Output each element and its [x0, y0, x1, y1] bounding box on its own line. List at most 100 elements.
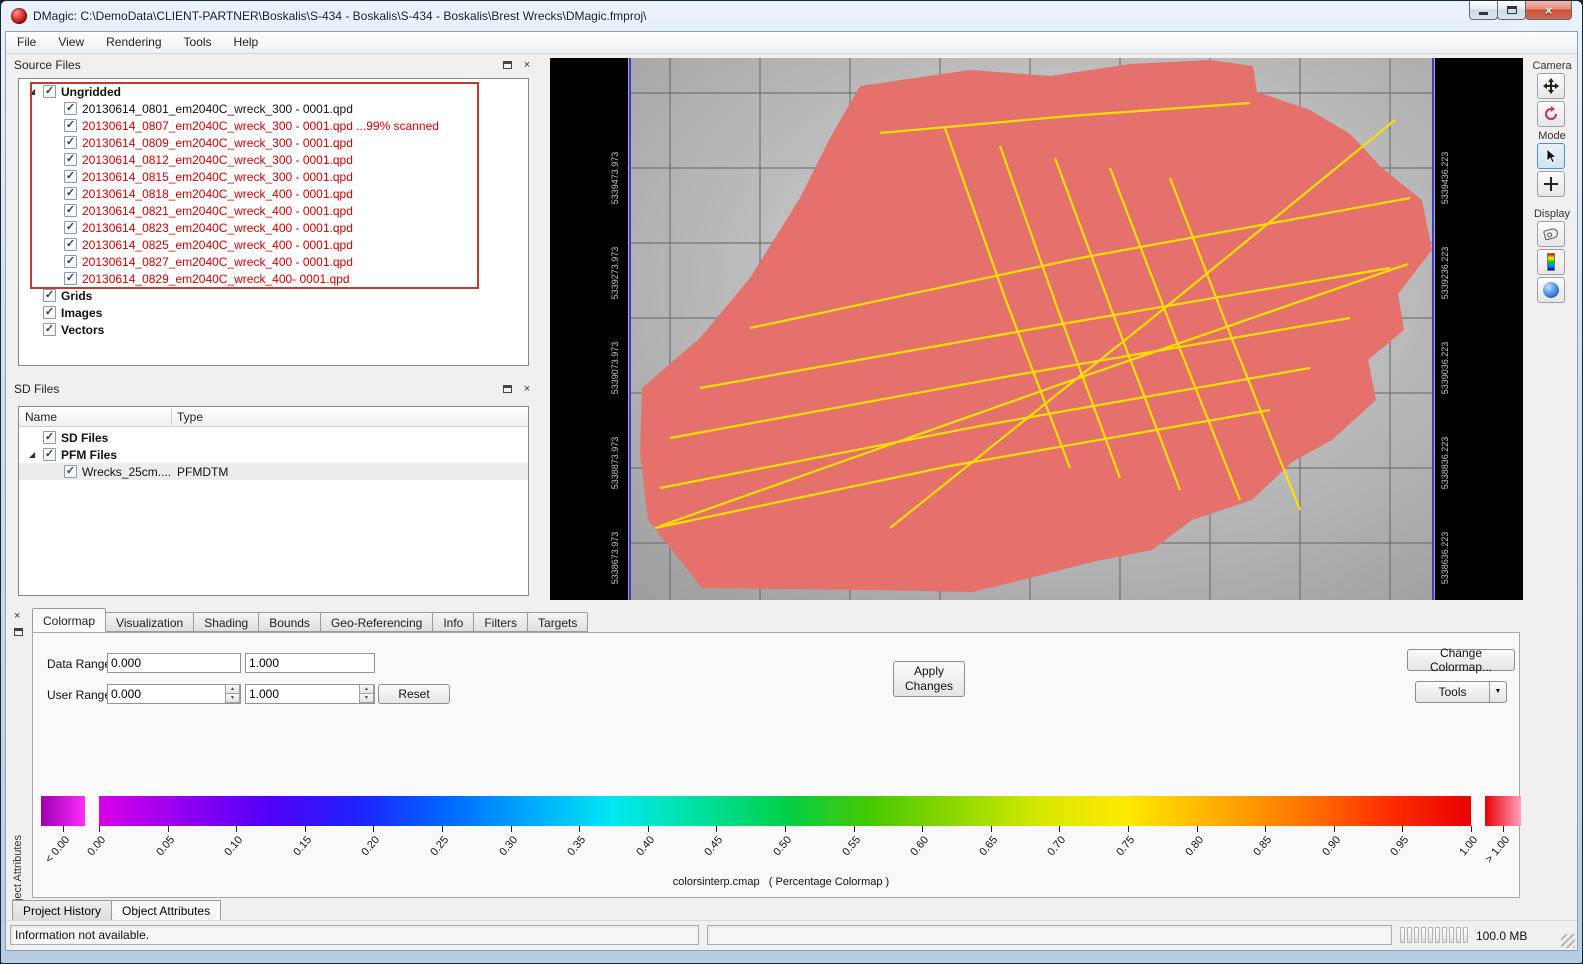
app-icon	[11, 8, 27, 24]
data-range-min-input[interactable]	[107, 653, 241, 673]
tree-row-file[interactable]: ✓20130614_0818_em2040C_wreck_400 - 0001.…	[19, 185, 528, 202]
tab-visualization[interactable]: Visualization	[105, 612, 194, 632]
tree-row-file[interactable]: ✓20130614_0821_em2040C_wreck_400 - 0001.…	[19, 202, 528, 219]
checkbox[interactable]: ✓	[64, 153, 77, 166]
tab-info[interactable]: Info	[432, 612, 474, 632]
checkbox[interactable]: ✓	[64, 119, 77, 132]
tree-row-file[interactable]: ✓20130614_0825_em2040C_wreck_400 - 0001.…	[19, 236, 528, 253]
map-view[interactable]: 5339473.9735339273.9735339073.9735338873…	[550, 58, 1523, 600]
tree-row-wrecks-25cm[interactable]: ✓Wrecks_25cm....PFMDTM	[19, 463, 528, 480]
tick-mark	[1197, 826, 1198, 832]
close-dock-button[interactable]: ×	[519, 57, 535, 72]
menu-file[interactable]: File	[6, 32, 47, 53]
float-dock-icon[interactable]	[14, 628, 23, 636]
data-range-max-input[interactable]	[245, 653, 375, 673]
checkbox[interactable]: ✓	[43, 306, 56, 319]
menu-view[interactable]: View	[47, 32, 95, 53]
float-dock-button[interactable]	[499, 381, 515, 396]
check-icon: ✓	[45, 86, 54, 97]
tab-colormap[interactable]: Colormap	[32, 608, 106, 632]
spin-down-icon[interactable]: ▼	[225, 693, 240, 703]
checkbox[interactable]: ✓	[64, 187, 77, 200]
tree-row-file[interactable]: ✓20130614_0827_em2040C_wreck_400 - 0001.…	[19, 253, 528, 270]
user-range-max-input[interactable]	[245, 684, 375, 704]
camera-rotate-button[interactable]	[1537, 101, 1565, 127]
map-coordinate-label: 5338873.973	[610, 437, 620, 490]
titlebar[interactable]: DMagic: C:\DemoData\CLIENT-PARTNER\Boska…	[1, 1, 1582, 31]
tree-row-vectors[interactable]: ✓Vectors	[19, 321, 528, 338]
menu-rendering[interactable]: Rendering	[95, 32, 172, 53]
tools-dropdown-icon[interactable]: ▼	[1489, 682, 1506, 702]
targets-display-button[interactable]	[1537, 221, 1565, 247]
colorbar-display-button[interactable]	[1537, 249, 1565, 275]
checkbox[interactable]: ✓	[43, 85, 56, 98]
checkbox[interactable]: ✓	[64, 238, 77, 251]
check-icon: ✓	[45, 449, 54, 460]
camera-move-button[interactable]	[1537, 73, 1565, 99]
float-dock-button[interactable]	[499, 57, 515, 72]
checkbox[interactable]: ✓	[64, 255, 77, 268]
globe-display-button[interactable]	[1537, 277, 1565, 303]
checkbox[interactable]: ✓	[43, 323, 56, 336]
checkbox[interactable]: ✓	[43, 289, 56, 302]
tree-row-file[interactable]: ✓20130614_0807_em2040C_wreck_300 - 0001.…	[19, 117, 528, 134]
spin-down-icon[interactable]: ▼	[359, 693, 374, 703]
checkbox[interactable]: ✓	[43, 448, 56, 461]
tools-button[interactable]: Tools ▼	[1415, 681, 1507, 703]
tree-row-pfm-files[interactable]: ◢✓PFM Files	[19, 446, 528, 463]
pan-mode-button[interactable]	[1537, 171, 1565, 197]
bottom-tab-object-attributes[interactable]: Object Attributes	[111, 900, 221, 921]
tree-row-file[interactable]: ✓20130614_0823_em2040C_wreck_400 - 0001.…	[19, 219, 528, 236]
map-canvas: 5339473.9735339273.9735339073.9735338873…	[550, 58, 1523, 600]
column-header-name[interactable]: Name	[25, 410, 57, 424]
checkbox[interactable]: ✓	[64, 272, 77, 285]
change-colormap-button[interactable]: Change Colormap...	[1407, 649, 1515, 671]
checkbox[interactable]: ✓	[64, 204, 77, 217]
close-button[interactable]: ×	[1525, 1, 1572, 20]
column-divider[interactable]	[171, 409, 172, 425]
minimize-button[interactable]	[1469, 1, 1498, 20]
tick-mark	[236, 826, 237, 832]
colormap-gradient-bar[interactable]	[99, 796, 1471, 826]
tab-shading[interactable]: Shading	[193, 612, 259, 632]
apply-changes-button[interactable]: Apply Changes	[893, 661, 965, 697]
tree-row-ungridded[interactable]: ◢✓Ungridded	[19, 83, 528, 100]
reset-button[interactable]: Reset	[378, 684, 450, 704]
bottom-tab-project-history[interactable]: Project History	[12, 900, 112, 921]
menu-tools[interactable]: Tools	[173, 32, 223, 53]
colormap-type-label: ( Percentage Colormap )	[769, 876, 889, 888]
tree-row-file[interactable]: ✓20130614_0801_em2040C_wreck_300 - 0001.…	[19, 100, 528, 117]
resize-grip[interactable]	[1561, 934, 1575, 948]
checkbox[interactable]: ✓	[43, 431, 56, 444]
column-header-type[interactable]: Type	[177, 410, 203, 424]
expander-icon[interactable]: ◢	[29, 87, 43, 96]
tree-row-sd-files[interactable]: ✓SD Files	[19, 429, 528, 446]
menu-help[interactable]: Help	[223, 32, 270, 53]
tree-row-images[interactable]: ✓Images	[19, 304, 528, 321]
checkbox[interactable]: ✓	[64, 170, 77, 183]
user-range-min-input[interactable]	[107, 684, 241, 704]
crosshair-icon	[1542, 175, 1560, 193]
tab-geo-referencing[interactable]: Geo-Referencing	[320, 612, 433, 632]
tree-row-file[interactable]: ✓20130614_0815_em2040C_wreck_300 - 0001.…	[19, 168, 528, 185]
map-coordinate-label: 5338836.223	[1440, 437, 1450, 490]
tree-row-file[interactable]: ✓20130614_0809_em2040C_wreck_300 - 0001.…	[19, 134, 528, 151]
tree-row-file[interactable]: ✓20130614_0812_em2040C_wreck_300 - 0001.…	[19, 151, 528, 168]
expander-icon[interactable]: ◢	[29, 450, 43, 459]
select-mode-button[interactable]	[1537, 143, 1565, 169]
checkbox[interactable]: ✓	[64, 465, 77, 478]
check-icon: ✓	[66, 205, 75, 216]
checkbox[interactable]: ✓	[64, 136, 77, 149]
maximize-button[interactable]	[1497, 1, 1526, 20]
tick-mark	[1334, 826, 1335, 832]
tab-targets[interactable]: Targets	[527, 612, 588, 632]
checkbox[interactable]: ✓	[64, 221, 77, 234]
tab-filters[interactable]: Filters	[473, 612, 528, 632]
checkbox[interactable]: ✓	[64, 102, 77, 115]
tick-mark	[511, 826, 512, 832]
close-dock-button[interactable]: ×	[14, 610, 20, 622]
tree-row-file[interactable]: ✓20130614_0829_em2040C_wreck_400- 0001.q…	[19, 270, 528, 287]
tab-bounds[interactable]: Bounds	[258, 612, 321, 632]
close-dock-button[interactable]: ×	[519, 381, 535, 396]
tree-row-grids[interactable]: ✓Grids	[19, 287, 528, 304]
